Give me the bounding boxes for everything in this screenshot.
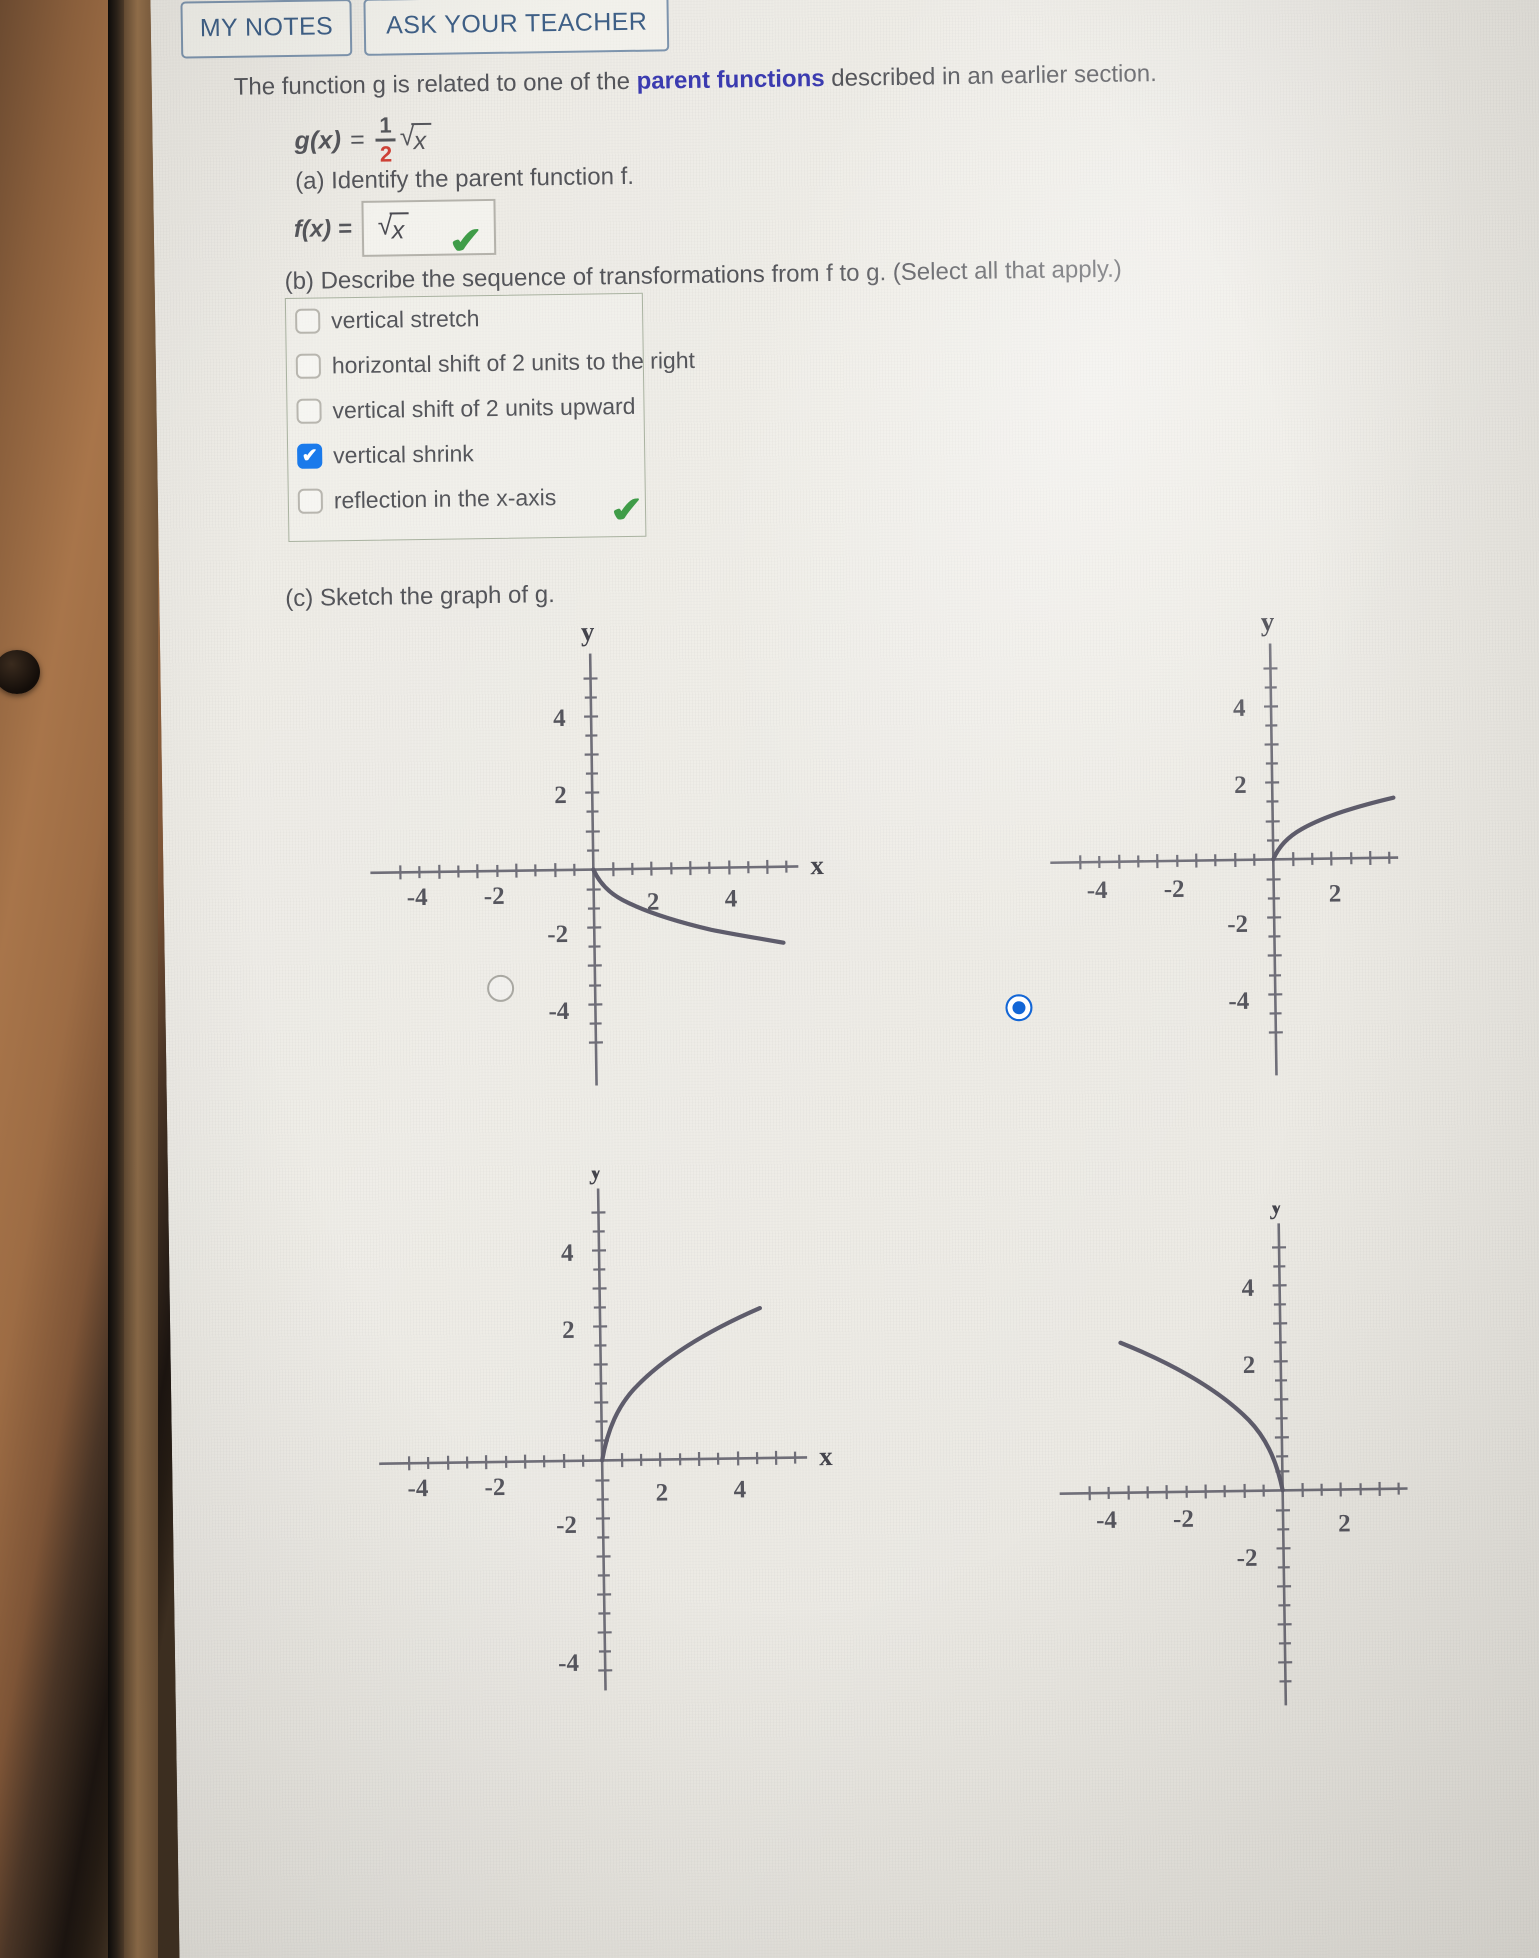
ytick-label: 2 [554,782,567,809]
function-name: g(x) [294,125,342,155]
xtick-label: -2 [484,1474,505,1501]
part-a-answer-lead: f(x) = [293,215,353,243]
checkbox-option-vertical-shift[interactable]: vertical shift of 2 units upward [296,392,695,425]
part-b-correct-icon: ✔ [607,489,647,530]
part-b-option-list: vertical stretch horizontal shift of 2 u… [295,302,697,515]
radicand: x [411,122,432,156]
x-axis-name: x [819,1441,833,1471]
ytick-label: 2 [1243,1352,1256,1379]
ytick-label: -2 [547,921,568,948]
ytick-label: -4 [1228,988,1250,1015]
ytick-label: -2 [556,1512,577,1539]
ytick-label: -2 [1227,911,1248,938]
xtick-label: -4 [407,1475,429,1502]
x-axis-name: x [810,850,824,880]
ytick-label: -2 [1236,1545,1257,1572]
fraction-numerator: 1 [379,112,392,138]
xtick-label: -4 [1096,1507,1118,1534]
question-toolbar: MY NOTES ASK YOUR TEACHER [180,0,670,59]
checkbox-icon[interactable] [295,353,322,379]
xtick-label: -4 [407,884,429,911]
checkbox-option-horizontal-shift[interactable]: horizontal shift of 2 units to the right [295,346,696,380]
part-a-correct-icon: ✔ [446,220,487,263]
ytick-label: 2 [1234,772,1247,799]
checkbox-option-vertical-shrink[interactable]: ✔ vertical shrink [297,437,696,470]
ytick-label: 4 [553,705,566,732]
ytick-label: 4 [1233,695,1246,722]
ytick-label: 4 [561,1240,574,1267]
fraction-denominator: 2 [379,140,393,167]
part-a-answer-value: √ x [378,210,410,245]
checkbox-icon-checked[interactable]: ✔ [297,443,323,469]
xtick-label: 2 [1338,1510,1351,1537]
problem-statement-part1: The function g is related to one of the [233,67,637,101]
graph-choice-1[interactable]: -4 -2 2 4 4 2 -2 -4 y x [355,612,832,1119]
y-axis-name: y [1261,606,1275,636]
square-root-expression: √ x [399,121,432,156]
xtick-label: 4 [733,1476,746,1503]
y-axis-name: y [1269,1204,1283,1220]
parent-functions-link[interactable]: parent functions [636,65,824,95]
xtick-label: 2 [655,1479,668,1506]
given-function-formula: g(x) = 1 2 √ x [294,112,432,167]
ytick-label: -4 [548,998,570,1025]
ytick-label: -4 [558,1650,580,1677]
problem-statement-part2: described in an earlier section. [824,60,1157,93]
xtick-label: 4 [725,885,738,912]
monitor-bezel-shadow [108,0,124,1958]
checkbox-option-label: vertical shift of 2 units upward [332,392,636,424]
checkbox-icon[interactable] [295,308,321,334]
ytick-label: 4 [1241,1275,1254,1302]
y-axis-name: y [589,1167,603,1185]
monitor-bezel [124,0,158,1958]
y-axis-name: y [581,616,595,646]
xtick-label: -2 [484,883,505,910]
checkbox-option-label: horizontal shift of 2 units to the right [331,346,696,379]
ytick-label: 2 [562,1317,575,1344]
answer-radicand: x [389,211,410,245]
checkbox-option-label: reflection in the x-axis [333,484,557,514]
xtick-label: -2 [1173,1506,1194,1533]
checkbox-icon[interactable] [296,398,322,424]
screenshot-root: MY NOTES ASK YOUR TEACHER The function g… [0,0,1539,1958]
xtick-label: -2 [1164,876,1185,903]
xtick-label: -4 [1087,877,1109,904]
graph-choice-2[interactable]: -4 -2 2 4 2 -2 -4 y [875,604,1402,1112]
my-notes-button[interactable]: MY NOTES [180,0,353,59]
coefficient-fraction: 1 2 [375,112,396,167]
checkbox-icon[interactable] [297,488,324,514]
equals-sign: = [349,125,365,154]
graph-choice-4[interactable]: -4 -2 2 4 2 -2 y [883,1204,1411,1752]
checkbox-option-vertical-stretch[interactable]: vertical stretch [295,302,694,335]
graph-choice-3[interactable]: -4 -2 2 4 4 2 -2 -4 y x [363,1167,841,1734]
part-a-label: (a) Identify the parent function f. [294,162,635,195]
part-c-label: (c) Sketch the graph of g. [285,581,555,613]
ask-your-teacher-button[interactable]: ASK YOUR TEACHER [363,0,670,56]
checkbox-option-label: vertical stretch [330,305,480,334]
xtick-label: 2 [1329,880,1342,907]
screen-page-wrapper: MY NOTES ASK YOUR TEACHER The function g… [150,0,1539,1958]
checkbox-option-label: vertical shrink [332,440,474,469]
